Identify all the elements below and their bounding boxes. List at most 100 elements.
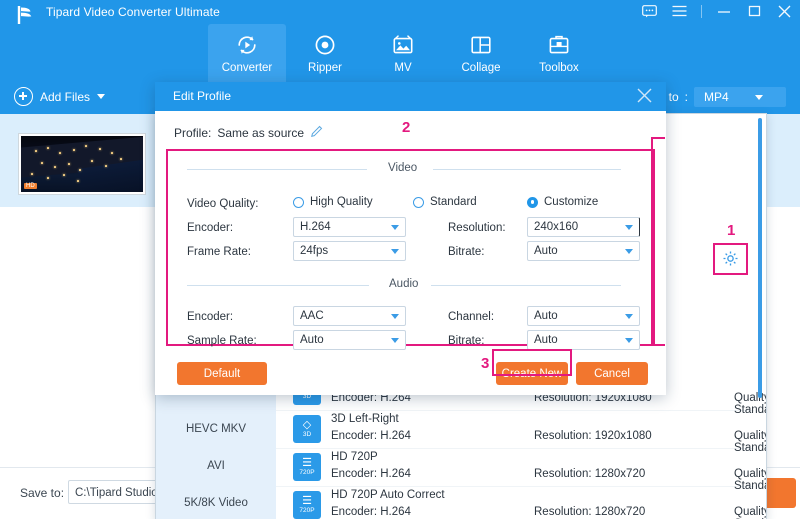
pencil-icon[interactable] xyxy=(310,125,323,141)
chevron-down-icon xyxy=(97,94,106,99)
format-name: HD 720P Auto Correct xyxy=(331,489,445,501)
chevron-down-icon xyxy=(391,249,399,254)
tab-mv[interactable]: MV xyxy=(364,24,442,82)
app-title: Tipard Video Converter Ultimate xyxy=(46,5,220,19)
sample-rate-value: Auto xyxy=(300,334,324,346)
icon-glyph: ☰ xyxy=(302,495,312,507)
video-section-label: Video xyxy=(382,162,424,174)
annotation-marker-1: 1 xyxy=(724,222,739,239)
tab-collage[interactable]: Collage xyxy=(442,24,520,82)
frame-rate-select[interactable]: 24fps xyxy=(293,241,406,261)
tipard-logo-icon xyxy=(14,4,38,26)
feedback-icon[interactable] xyxy=(641,3,657,19)
section-divider xyxy=(187,285,369,286)
save-to-label: Save to: xyxy=(20,486,65,500)
tab-label: Collage xyxy=(461,62,501,74)
video-bitrate-label: Bitrate: xyxy=(448,246,485,258)
video-encoder-value: H.264 xyxy=(300,221,331,233)
profile-value: Same as source xyxy=(217,126,305,140)
radio-label: Standard xyxy=(430,196,477,208)
profile-label: Profile: xyxy=(174,126,212,140)
radio-label: High Quality xyxy=(310,196,373,208)
radio-indicator xyxy=(527,196,538,208)
menu-icon[interactable] xyxy=(671,3,687,19)
dialog-body: Profile: Same as source 2 Video Video Qu… xyxy=(155,111,666,395)
radio-indicator xyxy=(413,196,424,208)
gear-icon[interactable] xyxy=(722,250,739,270)
chevron-down-icon xyxy=(391,225,399,230)
video-quality-label: Video Quality: xyxy=(187,198,259,210)
convert-circle-icon xyxy=(235,32,259,58)
tab-toolbox[interactable]: Toolbox xyxy=(520,24,598,82)
format-resolution: Resolution: 1280x720 xyxy=(534,468,646,480)
format-list-item[interactable]: ☰ 720P HD 720P Auto Correct Encoder: H.2… xyxy=(276,487,766,519)
sample-rate-select[interactable]: Auto xyxy=(293,330,406,350)
tab-label: Converter xyxy=(221,62,273,74)
format-list-scrollbar[interactable] xyxy=(758,118,762,398)
resolution-select[interactable]: 240x160 xyxy=(527,217,640,237)
video-720p-icon: ☰ 720P xyxy=(293,491,321,519)
format-list-item[interactable]: ◇ 3D 3D Left-Right Encoder: H.264 Resolu… xyxy=(276,411,766,454)
chevron-down-icon xyxy=(625,249,633,254)
section-divider xyxy=(431,285,621,286)
radio-high-quality[interactable]: High Quality xyxy=(293,196,373,208)
chevron-down-icon xyxy=(754,94,763,100)
video-bitrate-select[interactable]: Auto xyxy=(527,241,640,261)
video-encoder-label: Encoder: xyxy=(187,222,234,234)
add-files-button[interactable]: Add Files xyxy=(14,87,106,106)
tab-ripper[interactable]: Ripper xyxy=(286,24,364,82)
video-thumbnail: HD xyxy=(19,134,145,194)
photo-frame-icon xyxy=(391,32,415,58)
chevron-down-icon xyxy=(391,338,399,343)
control-divider xyxy=(701,4,702,18)
frame-rate-value: 24fps xyxy=(300,245,329,257)
chevron-down-icon xyxy=(625,225,633,230)
tab-label: Toolbox xyxy=(539,62,579,74)
tab-label: MV xyxy=(394,62,412,74)
toolbox-icon xyxy=(547,32,571,58)
convert-all-format-value: MP4 xyxy=(704,90,729,104)
cancel-button[interactable]: Cancel xyxy=(576,362,648,385)
default-button[interactable]: Default xyxy=(177,362,267,385)
format-category-avi[interactable]: AVI xyxy=(156,447,276,484)
convert-all-button[interactable] xyxy=(762,478,796,508)
maximize-icon[interactable] xyxy=(746,3,762,19)
format-name: HD 720P xyxy=(331,451,378,463)
sample-rate-label: Sample Rate: xyxy=(187,335,257,347)
minimize-icon[interactable] xyxy=(716,3,732,19)
title-bar: Tipard Video Converter Ultimate Converte… xyxy=(0,0,800,82)
icon-badge: 720P xyxy=(299,507,315,514)
main-tabs: Converter Ripper MV Collage Toolbox xyxy=(208,24,598,82)
close-icon[interactable] xyxy=(776,3,792,19)
format-resolution: Resolution: 1920x1080 xyxy=(534,430,652,442)
channel-select[interactable]: Auto xyxy=(527,306,640,326)
tab-label: Ripper xyxy=(308,62,342,74)
format-category-hevc-mkv[interactable]: HEVC MKV xyxy=(156,410,276,447)
plus-icon xyxy=(14,87,33,106)
audio-encoder-label: Encoder: xyxy=(187,311,234,323)
audio-bitrate-label: Bitrate: xyxy=(448,335,485,347)
radio-customize[interactable]: Customize xyxy=(527,196,598,208)
app-window: Tipard Video Converter Ultimate Converte… xyxy=(0,0,800,519)
dialog-header: Edit Profile xyxy=(155,82,666,111)
audio-bitrate-select[interactable]: Auto xyxy=(527,330,640,350)
format-category-5k8k-video[interactable]: 5K/8K Video xyxy=(156,484,276,519)
radio-indicator xyxy=(293,196,304,208)
format-resolution: Resolution: 1280x720 xyxy=(534,506,646,518)
icon-glyph: ◇ xyxy=(302,419,312,431)
convert-all-format-select[interactable]: MP4 xyxy=(694,87,786,107)
create-new-button[interactable]: Create New xyxy=(496,362,568,385)
icon-badge: 3D xyxy=(302,431,312,438)
thumbnail-badge: HD xyxy=(24,183,37,189)
audio-encoder-select[interactable]: AAC xyxy=(293,306,406,326)
tab-converter[interactable]: Converter xyxy=(208,24,286,82)
collage-grid-icon xyxy=(469,32,493,58)
close-icon[interactable] xyxy=(636,87,654,105)
format-list-item[interactable]: ☰ 720P HD 720P Encoder: H.264 Resolution… xyxy=(276,449,766,492)
video-encoder-select[interactable]: H.264 xyxy=(293,217,406,237)
chevron-down-icon xyxy=(625,314,633,319)
format-quality: Quality: Standard xyxy=(734,506,766,519)
format-encoder: Encoder: H.264 xyxy=(331,430,411,442)
dialog-title: Edit Profile xyxy=(173,89,232,103)
radio-standard[interactable]: Standard xyxy=(413,196,477,208)
